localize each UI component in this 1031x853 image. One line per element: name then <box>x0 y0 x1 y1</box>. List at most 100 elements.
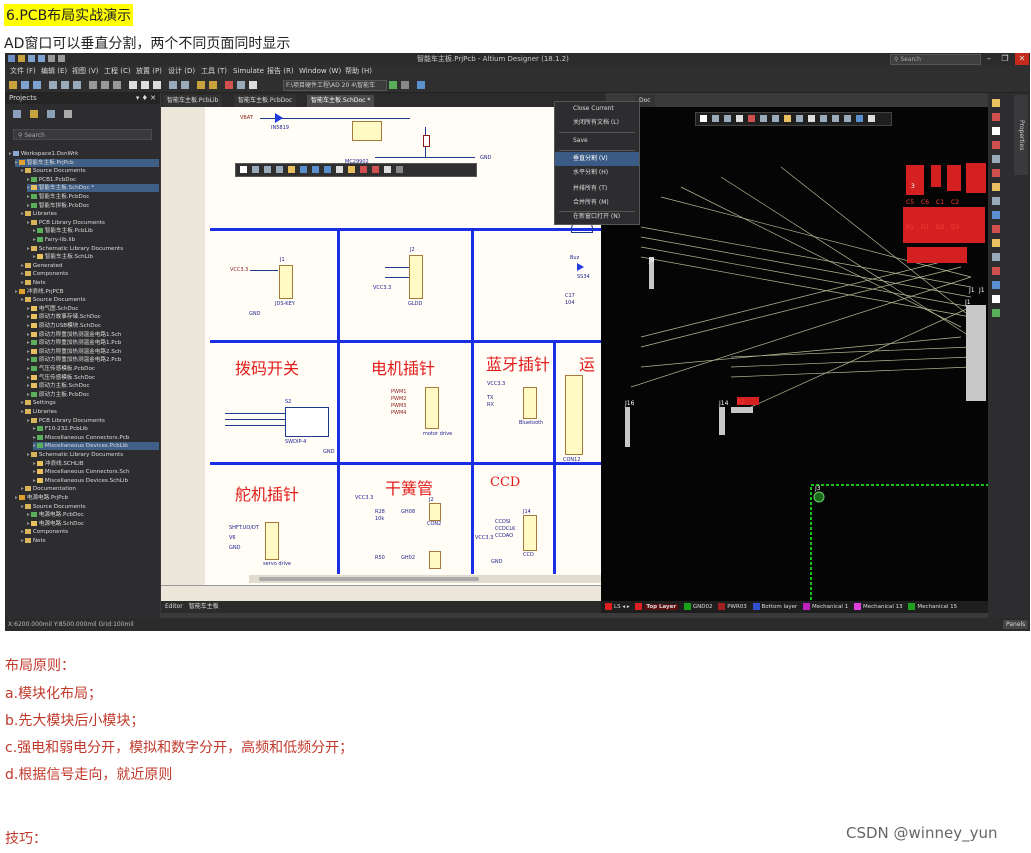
menu-window[interactable]: Window (W) <box>299 65 341 78</box>
workspace-icon[interactable] <box>13 110 21 118</box>
tab-pcbdoc[interactable]: 智能车主板.PcbDoc <box>234 95 297 107</box>
layer-mech1[interactable]: Mechanical 1 <box>812 604 848 610</box>
properties-icon[interactable] <box>992 99 1000 107</box>
tree-item[interactable]: ▸ 原动力称重加热测温金电路2.Sch <box>27 348 159 356</box>
polygon-icon[interactable] <box>808 115 815 122</box>
tree-expand-icon[interactable]: ▸ <box>21 211 24 217</box>
via-icon[interactable] <box>784 115 791 122</box>
menu-help[interactable]: 帮助 (H) <box>345 65 372 78</box>
tree-expand-icon[interactable]: ▸ <box>15 289 18 295</box>
tree-item[interactable]: ▸ Workspace1.DsnWrk <box>9 150 159 158</box>
project-path-field[interactable]: F:\项目硬件工程\AD 20 4\智能车 <box>283 80 387 91</box>
tree-item[interactable]: ▸ Miscellaneous Devices.SchLib <box>33 477 159 485</box>
gnd-port-icon[interactable] <box>336 166 343 173</box>
tree-expand-icon[interactable]: ▸ <box>21 263 24 269</box>
tree-expand-icon[interactable]: ▸ <box>21 271 24 277</box>
move-icon[interactable] <box>141 81 149 89</box>
place-wire-icon[interactable] <box>300 166 307 173</box>
line-icon[interactable] <box>868 115 875 122</box>
align-icon[interactable] <box>724 115 731 122</box>
layer-mech13[interactable]: Mechanical 13 <box>863 604 903 610</box>
tree-item[interactable]: ▸ Schematic Library Documents <box>27 451 159 459</box>
hierarchy-down-icon[interactable] <box>209 81 217 89</box>
schematic-editor[interactable]: D C B VBAT IN5819 MC29902 GND VCC3.3 <box>161 107 601 601</box>
tree-expand-icon[interactable]: ▸ <box>33 443 36 449</box>
panel-pin-icon[interactable]: ▾ ♦ ✕ <box>136 93 156 104</box>
bluetooth-connector[interactable] <box>523 387 537 419</box>
redo-icon[interactable] <box>58 55 65 62</box>
tree-item[interactable]: ▸ 原动力主板.PcbDoc <box>27 391 159 399</box>
tree-item[interactable]: ▸ 冲浪线.SCHLIB <box>33 460 159 468</box>
menu-item-split-vertical[interactable]: 垂直分割 (V) <box>555 152 639 166</box>
layer-bottom[interactable]: Bottom layer <box>762 604 798 610</box>
servo-connector[interactable] <box>265 522 279 560</box>
nets-icon[interactable] <box>992 211 1000 219</box>
tree-expand-icon[interactable]: ▸ <box>21 486 24 492</box>
tree-expand-icon[interactable]: ▸ <box>33 461 36 467</box>
sheet-symbol-icon[interactable] <box>348 166 355 173</box>
tree-expand-icon[interactable]: ▸ <box>9 151 12 157</box>
tree-item[interactable]: ▸ 电源电路.SchDoc <box>27 520 159 528</box>
menu-item-tile-all[interactable]: 并排所有 (T) <box>555 182 639 196</box>
schematic-sheet[interactable]: VBAT IN5819 MC29902 GND VCC3.3 J1 JDS-KE… <box>205 107 601 585</box>
tree-expand-icon[interactable]: ▸ <box>21 529 24 535</box>
select-icon[interactable] <box>264 166 271 173</box>
tree-item[interactable]: ▸ 智能车主板.SchLib <box>33 253 159 261</box>
route-icon[interactable] <box>992 253 1000 261</box>
arc-icon[interactable] <box>796 115 803 122</box>
tree-expand-icon[interactable]: ▸ <box>27 220 30 226</box>
tree-expand-icon[interactable]: ▸ <box>15 160 18 166</box>
tree-item[interactable]: ▸ Miscellaneous Connectors.Pcb <box>33 434 159 442</box>
save-icon[interactable] <box>28 55 35 62</box>
tree-item[interactable]: ▸ 电源电路.PrjPcb <box>15 494 159 502</box>
layer-set-label[interactable]: LS <box>614 604 621 610</box>
clear-icon[interactable] <box>992 141 1000 149</box>
editor-doc-label[interactable]: 智能车主板 <box>189 603 219 610</box>
tree-expand-icon[interactable]: ▸ <box>21 400 24 406</box>
header-connector[interactable] <box>409 255 423 299</box>
rules-icon[interactable] <box>992 169 1000 177</box>
tree-expand-icon[interactable]: ▸ <box>27 383 30 389</box>
menu-item-close-all[interactable]: 关闭所有文档 (L) <box>555 116 639 130</box>
tree-item[interactable]: ▸ Libraries <box>21 210 159 218</box>
tree-expand-icon[interactable]: ▸ <box>27 357 30 363</box>
tree-expand-icon[interactable]: ▸ <box>33 228 36 234</box>
layer-mech15[interactable]: Mechanical 15 <box>917 604 957 610</box>
ccd-connector[interactable] <box>523 515 537 551</box>
redo-icon[interactable] <box>181 81 189 89</box>
tree-item[interactable]: ▸ 原动力称重加热测温金电路1.Pcb <box>27 339 159 347</box>
motor-connector[interactable] <box>425 387 439 429</box>
no-erc-icon[interactable] <box>372 166 379 173</box>
panels-button[interactable]: Panels <box>1003 620 1029 629</box>
tree-item[interactable]: ▸ 原动力主板.SchDoc <box>27 382 159 390</box>
length-tune-icon[interactable] <box>772 115 779 122</box>
tree-item[interactable]: ▸ 气压传感模板.SchDoc <box>27 374 159 382</box>
global-search-input[interactable]: ⚲ Search <box>890 54 981 65</box>
tree-item[interactable]: ▸ Source Documents <box>21 296 159 304</box>
tree-expand-icon[interactable]: ▸ <box>27 418 30 424</box>
layer-nav-icon[interactable]: ◂ ▸ <box>622 604 629 610</box>
menu-file[interactable]: 文件 (F) <box>10 65 36 78</box>
tree-item[interactable]: ▸ PCB1.PcbDoc <box>27 176 159 184</box>
large-connector[interactable] <box>565 375 583 455</box>
schematic-horizontal-scrollbar[interactable] <box>249 575 601 583</box>
maximize-button[interactable]: ❐ <box>998 53 1012 65</box>
grid-icon[interactable] <box>249 81 257 89</box>
key-connector[interactable] <box>279 265 293 299</box>
cut-icon[interactable] <box>89 81 97 89</box>
tree-item[interactable]: ▸ Nets <box>21 537 159 545</box>
tree-expand-icon[interactable]: ▸ <box>27 349 30 355</box>
menu-project[interactable]: 工程 (C) <box>104 65 131 78</box>
minimize-button[interactable]: – <box>982 53 996 65</box>
cross-probe-icon[interactable] <box>225 81 233 89</box>
zoom-selected-icon[interactable] <box>73 81 81 89</box>
tree-item[interactable]: ▸ Settings <box>21 399 159 407</box>
measure-icon[interactable] <box>992 155 1000 163</box>
warning-icon[interactable] <box>992 267 1000 275</box>
tree-expand-icon[interactable]: ▸ <box>27 314 30 320</box>
layer-set-swatch[interactable] <box>605 603 612 610</box>
tree-expand-icon[interactable]: ▸ <box>21 504 24 510</box>
tree-expand-icon[interactable]: ▸ <box>27 340 30 346</box>
tree-expand-icon[interactable]: ▸ <box>33 469 36 475</box>
tree-item[interactable]: ▸ 智能车主板.PcbLib <box>33 227 159 235</box>
